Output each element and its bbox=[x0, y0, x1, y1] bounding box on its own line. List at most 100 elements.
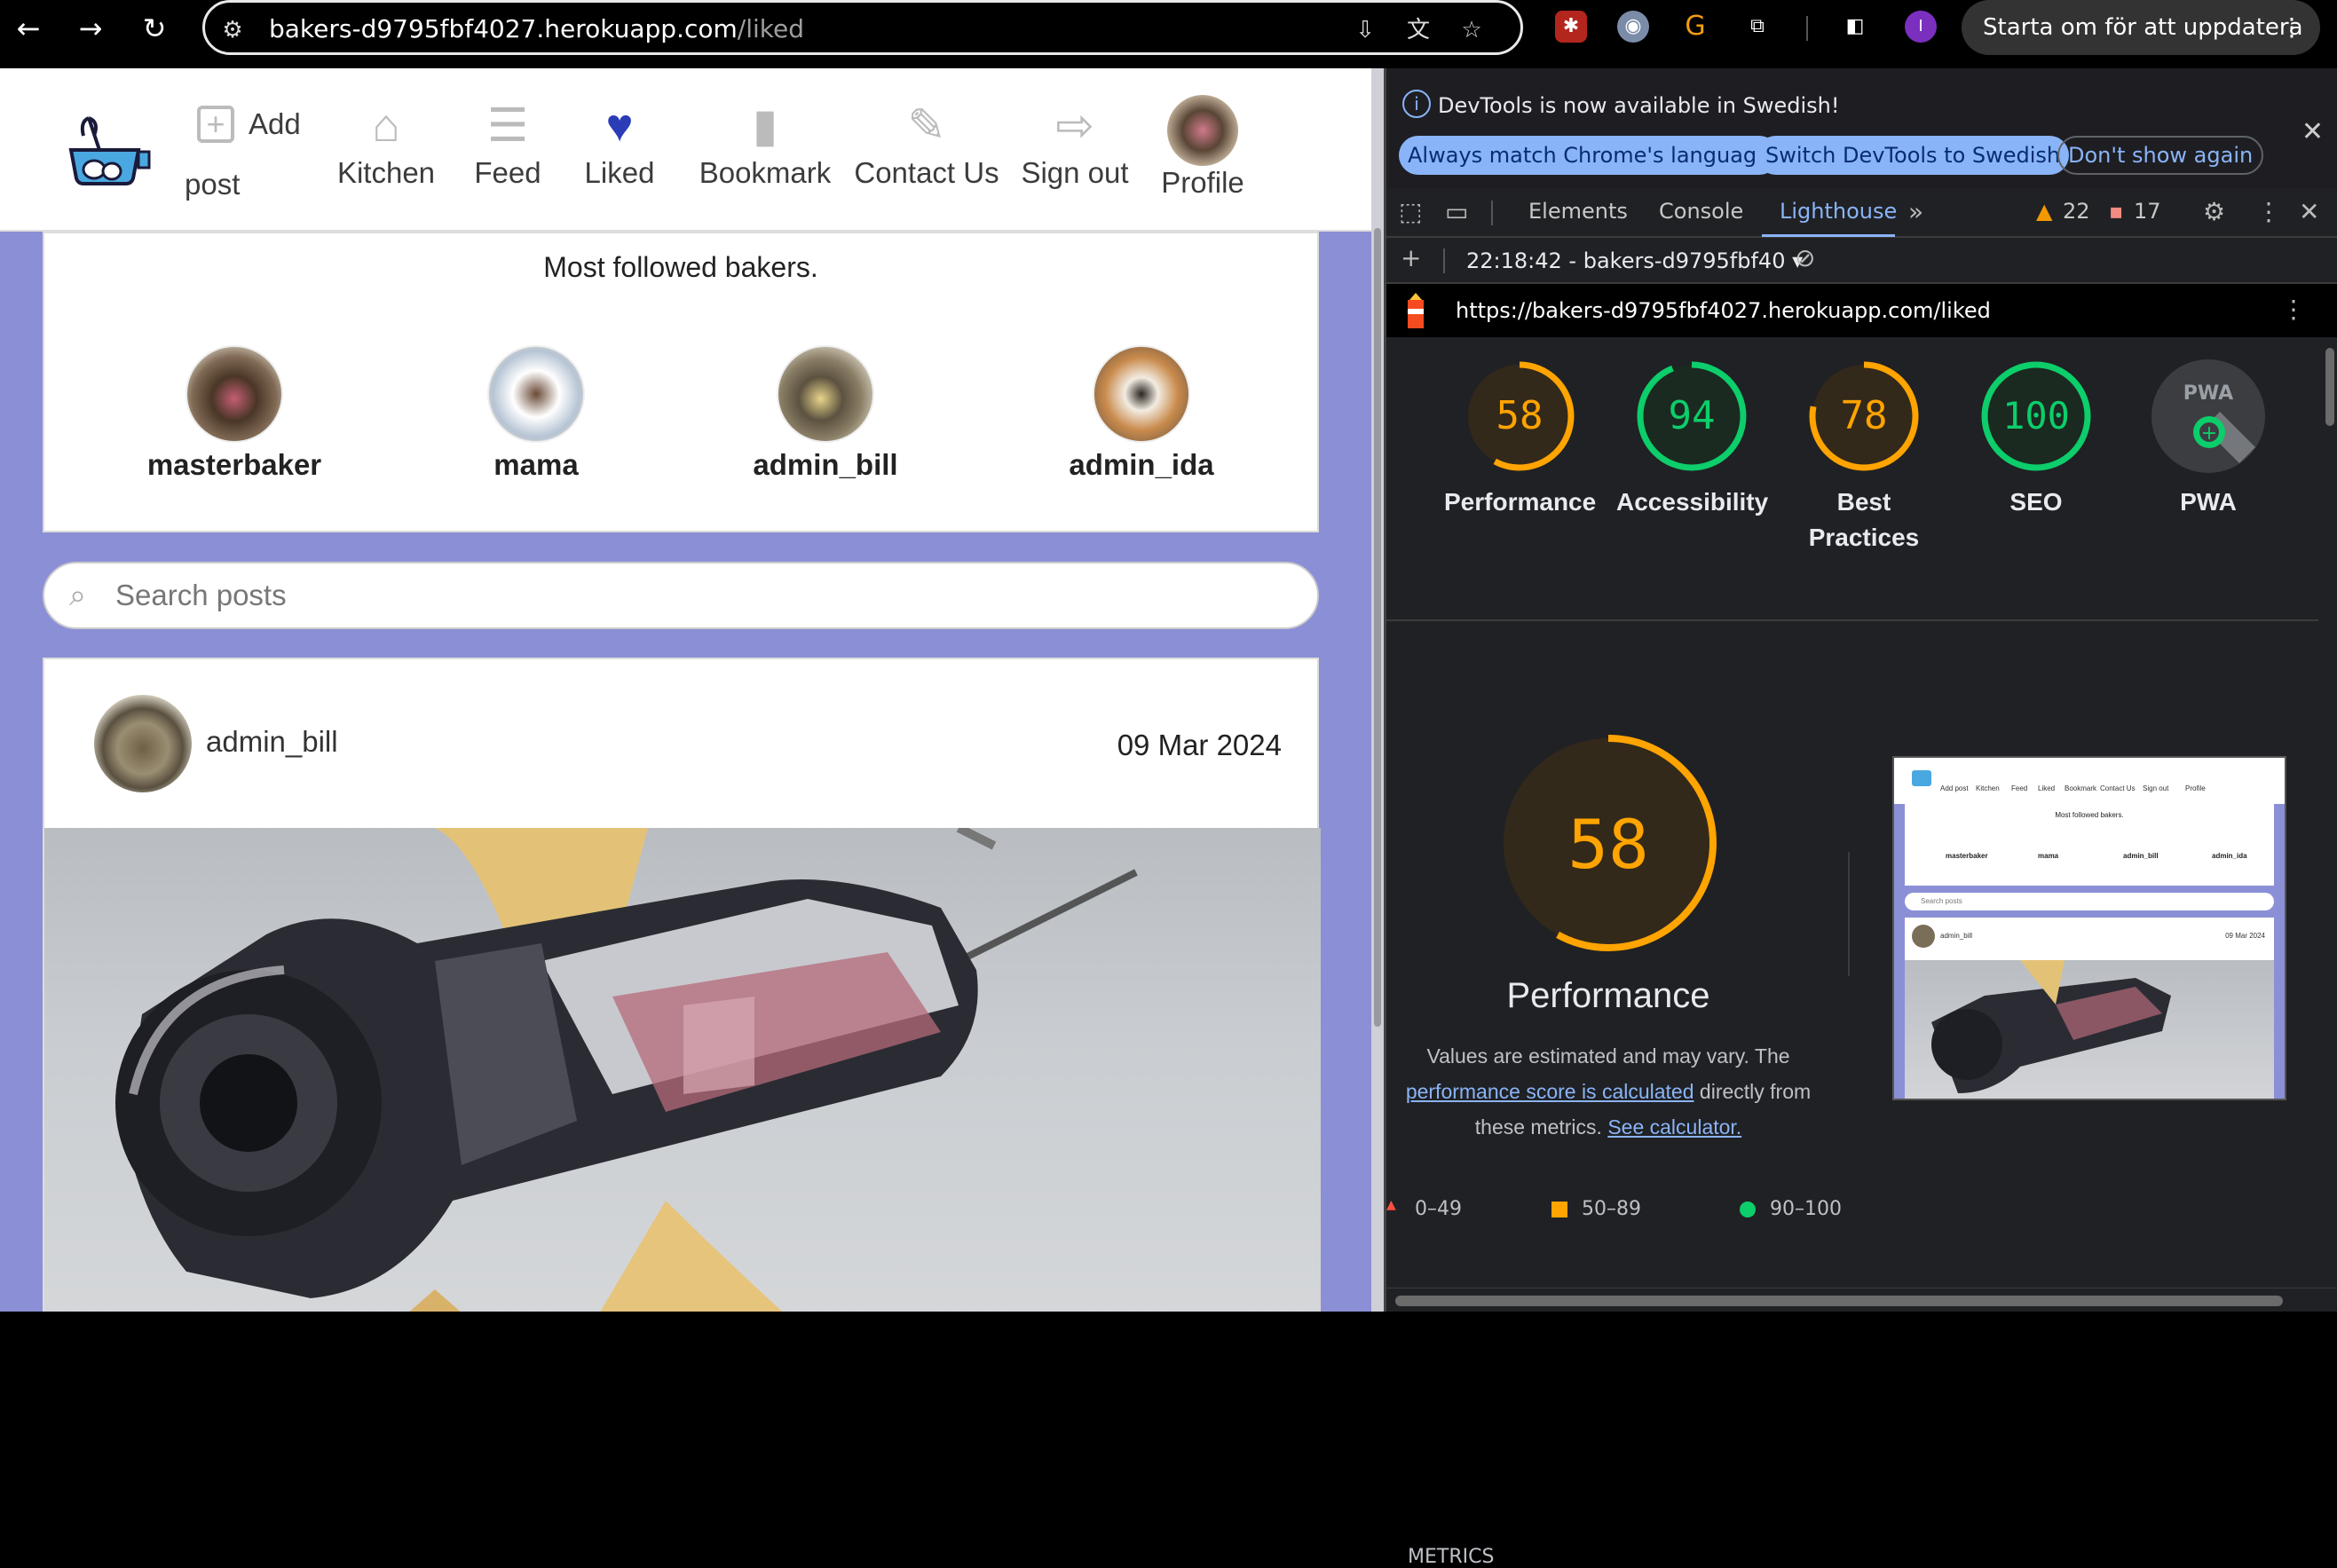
gear-icon[interactable]: ⚙ bbox=[2203, 197, 2225, 226]
issues-count[interactable]: 17 bbox=[2134, 199, 2161, 224]
tab-divider bbox=[1491, 201, 1493, 225]
tab-elements[interactable]: Elements bbox=[1528, 199, 1628, 224]
score-gauge-performance[interactable]: 58 Performance bbox=[1444, 359, 1596, 520]
match-chrome-language-button[interactable]: Always match Chrome's language bbox=[1399, 136, 1779, 175]
svg-text:58: 58 bbox=[1496, 393, 1544, 438]
nav-bookmark[interactable]: ▮ Bookmark bbox=[694, 99, 836, 190]
thumb-post: admin_bill 09 Mar 2024 bbox=[1905, 918, 2274, 1099]
report-url-bar: https://bakers-d9795fbf4027.herokuapp.co… bbox=[1386, 284, 2337, 337]
page-scrollbar[interactable] bbox=[1371, 68, 1384, 1312]
extension-icon-3[interactable]: G bbox=[1679, 11, 1711, 43]
more-options-icon[interactable]: ⋮ bbox=[2256, 197, 2281, 226]
close-devtools-icon[interactable]: ✕ bbox=[2299, 197, 2319, 226]
most-followed-panel: Most followed bakers. masterbaker mama a… bbox=[43, 232, 1319, 532]
metrics-heading: METRICS bbox=[1408, 1546, 1495, 1568]
inspect-element-icon[interactable]: ⬚ bbox=[1399, 197, 1422, 226]
switch-to-swedish-button[interactable]: Switch DevTools to Swedish bbox=[1757, 136, 2070, 175]
page-screenshot-thumbnail[interactable]: Add post Kitchen Feed Liked Bookmark Con… bbox=[1892, 756, 2286, 1100]
update-chrome-button[interactable]: Starta om för att uppdatera ⋮ bbox=[1962, 0, 2320, 55]
avatar bbox=[1167, 95, 1238, 166]
baker-card[interactable]: admin_bill bbox=[710, 345, 941, 482]
score-gauge-seo[interactable]: 100 SEO bbox=[1961, 359, 2112, 520]
post-card: admin_bill 09 Mar 2024 bbox=[43, 658, 1321, 1312]
web-page: + Add post ⌂ Kitchen ☰ Feed ♥ Liked ▮ Bo… bbox=[0, 68, 1371, 1312]
sign-out-icon: ⇨ bbox=[1055, 100, 1094, 152]
reload-icon[interactable]: ↻ bbox=[135, 9, 174, 48]
report-scrollbar[interactable] bbox=[2320, 337, 2337, 1287]
performance-title: Performance bbox=[1506, 976, 1710, 1015]
report-selector[interactable]: 22:18:42 - bakers-d9795fbf40 ▾ bbox=[1466, 248, 1803, 273]
post-author[interactable]: admin_bill bbox=[206, 725, 338, 759]
search-icon: ⌕ bbox=[69, 578, 87, 613]
performance-description: Values are estimated and may vary. The p… bbox=[1405, 1044, 1812, 1139]
scrollbar-thumb[interactable] bbox=[1395, 1296, 2283, 1306]
nav-sign-out[interactable]: ⇨ Sign out bbox=[1017, 99, 1133, 190]
score-gauge-best-practices[interactable]: 78 Best Practices bbox=[1788, 359, 1939, 555]
horizontal-scrollbar[interactable] bbox=[1386, 1288, 2337, 1312]
extensions-puzzle-icon[interactable]: ⧉ bbox=[1741, 11, 1773, 43]
baker-card[interactable]: admin_ida bbox=[1026, 345, 1257, 482]
forward-icon[interactable]: → bbox=[71, 9, 110, 48]
browser-toolbar: ← → ↻ ⚙ bakers-d9795fbf4027.herokuapp.co… bbox=[0, 0, 2337, 68]
scrollbar-thumb[interactable] bbox=[2325, 348, 2334, 426]
thumb-followed: Most followed bakers. masterbaker mama a… bbox=[1905, 804, 2274, 886]
nav-feed[interactable]: ☰ Feed bbox=[463, 99, 552, 190]
svg-text:+: + bbox=[2201, 422, 2217, 445]
active-tab-indicator bbox=[1762, 234, 1895, 237]
see-calculator-link[interactable]: See calculator. bbox=[1607, 1115, 1741, 1139]
svg-text:94: 94 bbox=[1669, 393, 1716, 438]
close-icon[interactable]: ✕ bbox=[2301, 116, 2324, 147]
install-app-icon[interactable]: ⇩ bbox=[1350, 15, 1380, 45]
more-menu-icon[interactable]: ⋮ bbox=[2279, 0, 2304, 55]
nav-kitchen[interactable]: ⌂ Kitchen bbox=[328, 99, 444, 190]
bookmark-star-icon[interactable]: ☆ bbox=[1457, 15, 1487, 45]
warnings-count[interactable]: 22 bbox=[2063, 199, 2090, 224]
site-logo[interactable] bbox=[64, 113, 153, 187]
baker-card[interactable]: masterbaker bbox=[119, 345, 350, 482]
address-bar[interactable]: ⚙ bakers-d9795fbf4027.herokuapp.com/like… bbox=[202, 0, 1523, 55]
device-toolbar-icon[interactable]: ▭ bbox=[1445, 197, 1468, 226]
scrollbar-thumb[interactable] bbox=[1374, 228, 1381, 1027]
site-settings-icon[interactable]: ⚙ bbox=[217, 15, 248, 45]
warning-icon[interactable]: ▲ bbox=[2036, 199, 2052, 224]
thumb-avatar bbox=[1912, 925, 1935, 948]
nav-liked[interactable]: ♥ Liked bbox=[575, 99, 664, 190]
new-report-icon[interactable]: + bbox=[1401, 243, 1421, 272]
translate-icon[interactable]: 文 bbox=[1403, 15, 1433, 45]
profile-avatar[interactable]: I bbox=[1905, 11, 1937, 43]
dont-show-again-button[interactable]: Don't show again bbox=[2057, 136, 2264, 175]
nav-profile[interactable]: Profile bbox=[1154, 95, 1251, 200]
avatar[interactable] bbox=[94, 695, 192, 792]
score-calculated-link[interactable]: performance score is calculated bbox=[1406, 1080, 1694, 1103]
score-gauge-pwa[interactable]: PWA + PWA bbox=[2133, 359, 2284, 520]
thumb-navbar: Add post Kitchen Feed Liked Bookmark Con… bbox=[1894, 758, 2285, 804]
issues-icon[interactable]: ▪ bbox=[2109, 199, 2123, 224]
language-infobar: i DevTools is now available in Swedish! … bbox=[1386, 68, 2337, 188]
plus-square-icon: + bbox=[197, 106, 234, 143]
back-icon[interactable]: ← bbox=[9, 9, 48, 48]
avatar bbox=[1093, 345, 1190, 443]
avatar bbox=[186, 345, 283, 443]
side-panel-icon[interactable]: ◧ bbox=[1839, 11, 1871, 43]
pencil-icon: ✎ bbox=[907, 100, 946, 152]
avatar bbox=[777, 345, 874, 443]
url-text[interactable]: bakers-d9795fbf4027.herokuapp.com/liked bbox=[269, 14, 804, 43]
search-input[interactable] bbox=[115, 572, 1269, 619]
post-image[interactable] bbox=[44, 828, 1321, 1312]
extension-icon-1[interactable]: ✱ bbox=[1555, 11, 1587, 43]
baker-card[interactable]: mama bbox=[421, 345, 651, 482]
tab-lighthouse[interactable]: Lighthouse bbox=[1780, 199, 1897, 224]
more-tabs-icon[interactable]: » bbox=[1908, 197, 1923, 226]
tab-console[interactable]: Console bbox=[1659, 199, 1743, 224]
devtools-tabbar: ⬚ ▭ Elements Console Lighthouse » ▲ 22 ▪… bbox=[1386, 188, 2337, 238]
svg-text:78: 78 bbox=[1841, 393, 1888, 438]
clear-icon[interactable]: ⊘ bbox=[1795, 243, 1815, 272]
svg-text:100: 100 bbox=[2002, 394, 2070, 437]
extension-icon-2[interactable]: ◉ bbox=[1617, 11, 1649, 43]
report-menu-icon[interactable]: ⋮ bbox=[2281, 295, 2306, 324]
vertical-divider bbox=[1848, 852, 1850, 976]
toolbar-divider bbox=[1806, 16, 1808, 41]
nav-contact-us[interactable]: ✎ Contact Us bbox=[849, 99, 1005, 190]
section-title: Most followed bakers. bbox=[543, 251, 818, 283]
score-gauge-accessibility[interactable]: 94 Accessibility bbox=[1616, 359, 1768, 520]
